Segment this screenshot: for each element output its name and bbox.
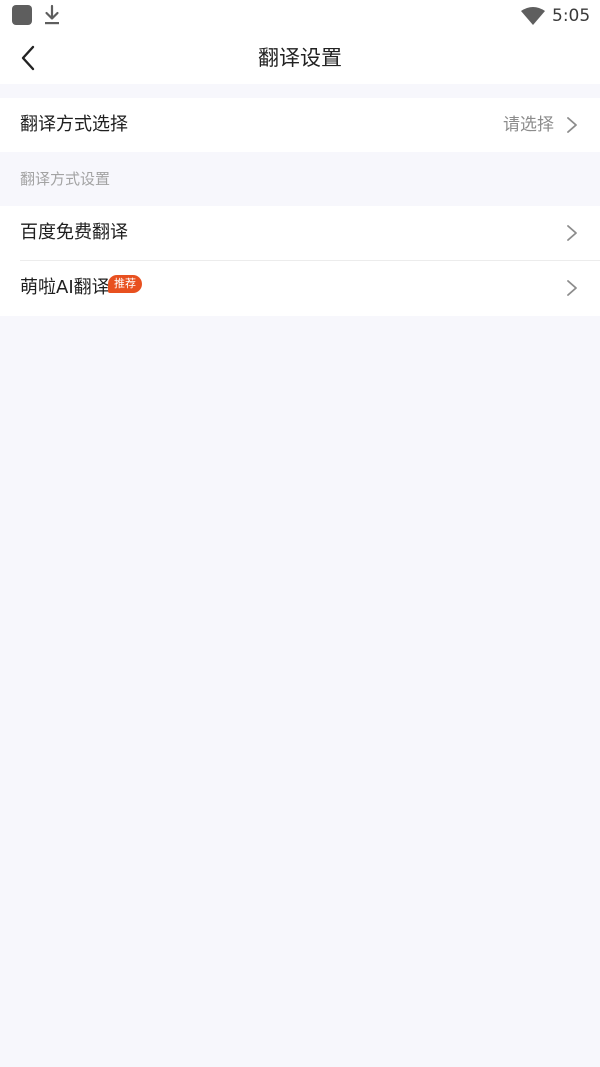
service-label: 百度免费翻译: [20, 222, 128, 243]
chevron-right-icon: [567, 225, 577, 241]
chevron-left-icon: [21, 45, 35, 71]
recommend-badge: 推荐: [108, 275, 142, 293]
back-button[interactable]: [10, 40, 46, 76]
chevron-right-icon: [567, 117, 577, 133]
status-time: 5:05: [552, 6, 591, 26]
app-icon: [12, 5, 32, 25]
services-card: 百度免费翻译 萌啦AI翻译 推荐: [0, 206, 600, 316]
service-row-ai[interactable]: 萌啦AI翻译 推荐: [0, 261, 600, 315]
nav-bar: 翻译设置: [0, 32, 600, 84]
mode-select-row[interactable]: 翻译方式选择 请选择: [0, 98, 600, 152]
status-bar: 5:05: [0, 0, 600, 32]
page-title: 翻译设置: [258, 46, 342, 70]
service-row-baidu[interactable]: 百度免费翻译: [0, 206, 600, 260]
mode-select-label: 翻译方式选择: [20, 114, 128, 135]
wifi-icon: [521, 7, 545, 25]
service-label: 萌啦AI翻译: [20, 277, 110, 298]
mode-select-card: 翻译方式选择 请选择: [0, 98, 600, 152]
chevron-right-icon: [567, 280, 577, 296]
download-icon: [45, 4, 59, 25]
section-header: 翻译方式设置: [20, 170, 111, 188]
mode-select-value: 请选择: [503, 115, 554, 135]
